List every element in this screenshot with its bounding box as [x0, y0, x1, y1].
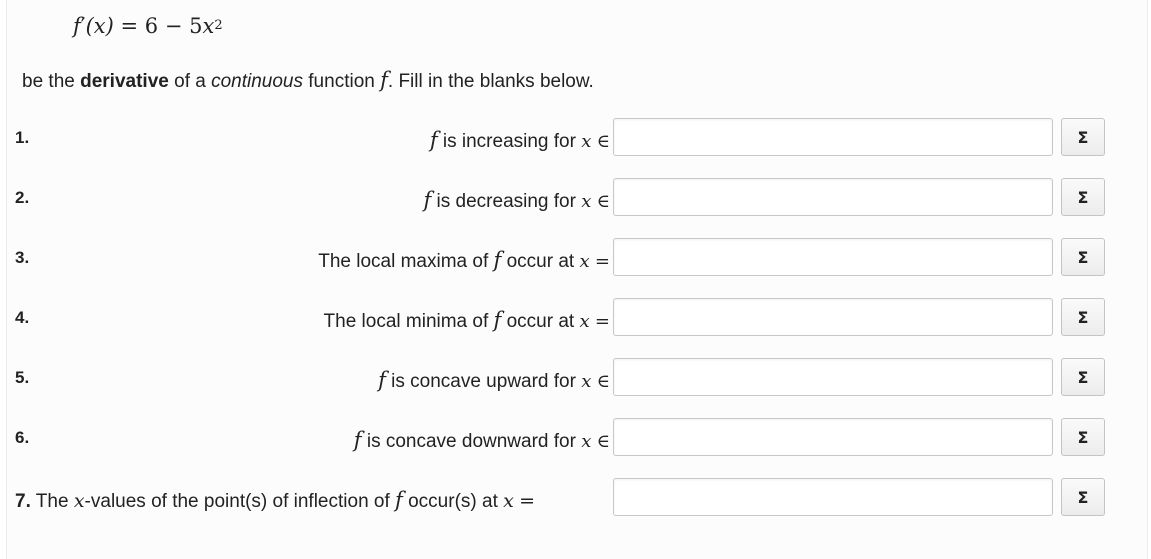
- intro-text-2: of a: [168, 71, 212, 92]
- question-label: f is decreasing for x ∈: [423, 188, 610, 213]
- sigma-icon: Σ: [1077, 127, 1089, 147]
- label-relation: =: [594, 311, 610, 332]
- label-text: is concave upward for: [385, 371, 582, 392]
- derivative-formula: f′(x) = 6 − 5x2: [73, 14, 223, 38]
- formula-fn: f: [73, 14, 81, 38]
- question-number: 4.: [15, 308, 30, 327]
- formula-var: x: [202, 14, 215, 38]
- label-relation: ∈: [596, 371, 610, 392]
- formula-arg: (x): [85, 14, 114, 38]
- sigma-icon: Σ: [1077, 247, 1089, 267]
- question-row-4: 4. The local minima of f occur at x = Σ: [0, 297, 1151, 343]
- formula-const: 6: [144, 14, 159, 38]
- question-label: f is increasing for x ∈: [430, 128, 610, 153]
- sigma-icon: Σ: [1077, 427, 1089, 447]
- formula-coef: 5: [189, 14, 203, 38]
- formula-minus: −: [164, 14, 183, 38]
- question-row-3: 3. The local maxima of f occur at x = Σ: [0, 237, 1151, 283]
- question-number: 2.: [15, 188, 30, 207]
- sigma-button-6[interactable]: Σ: [1061, 418, 1105, 456]
- sigma-button-7[interactable]: Σ: [1061, 478, 1105, 516]
- label-fn: f: [429, 128, 438, 152]
- label-var: x: [579, 251, 590, 272]
- label-text: occur at: [501, 251, 580, 272]
- sigma-button-5[interactable]: Σ: [1061, 358, 1105, 396]
- intro-fn: f: [380, 68, 388, 92]
- sigma-button-2[interactable]: Σ: [1061, 178, 1105, 216]
- sigma-icon: Σ: [1077, 487, 1089, 507]
- sigma-button-1[interactable]: Σ: [1061, 118, 1105, 156]
- intro-bold: derivative: [80, 71, 169, 92]
- label-relation: ∈: [596, 431, 610, 452]
- question-label: 7. The x-values of the point(s) of infle…: [15, 488, 535, 513]
- label-var: x: [581, 131, 592, 152]
- label-prefix: The: [30, 491, 74, 512]
- label-fn: f: [378, 368, 386, 392]
- label-relation: =: [594, 251, 610, 272]
- formula-equals: =: [120, 14, 139, 38]
- answer-input-2[interactable]: [613, 178, 1053, 216]
- question-number: 6.: [15, 428, 30, 447]
- question-row-7: 7. The x-values of the point(s) of infle…: [0, 477, 1151, 523]
- label-text: occur(s) at: [402, 491, 504, 512]
- question-label: The local maxima of f occur at x =: [318, 248, 610, 273]
- answer-input-1[interactable]: [613, 118, 1053, 156]
- question-label: f is concave upward for x ∈: [378, 368, 610, 393]
- label-text: is decreasing for: [431, 191, 582, 212]
- sigma-icon: Σ: [1077, 307, 1089, 327]
- question-row-5: 5. f is concave upward for x ∈ Σ: [0, 357, 1151, 403]
- label-text: occur at: [501, 311, 580, 332]
- question-label: The local minima of f occur at x =: [324, 308, 610, 333]
- label-text: is increasing for: [437, 131, 582, 152]
- intro-text-4: . Fill in the blanks below.: [387, 71, 594, 92]
- intro-text-1: be the: [22, 71, 81, 92]
- instructions-text: be the derivative of a continuous functi…: [22, 68, 594, 93]
- answer-input-3[interactable]: [613, 238, 1053, 276]
- label-relation: =: [519, 490, 536, 512]
- answer-input-4[interactable]: [613, 298, 1053, 336]
- answer-input-6[interactable]: [613, 418, 1053, 456]
- question-number: 1.: [15, 128, 30, 147]
- question-label: f is concave downward for x ∈: [354, 428, 610, 453]
- label-relation: ∈: [596, 131, 610, 152]
- question-row-1: 1. f is increasing for x ∈ Σ: [0, 117, 1151, 163]
- question-number: 7.: [15, 491, 31, 512]
- label-var: x: [581, 191, 592, 212]
- label-relation: ∈: [596, 191, 610, 212]
- intro-italic: continuous: [211, 71, 303, 92]
- answer-input-7[interactable]: [613, 478, 1053, 516]
- question-number: 3.: [15, 248, 30, 267]
- question-row-6: 6. f is concave downward for x ∈ Σ: [0, 417, 1151, 463]
- label-var: x: [581, 431, 592, 452]
- label-prefix: The local minima of: [323, 311, 494, 332]
- label-var: x: [579, 311, 590, 332]
- question-number: 5.: [15, 368, 30, 387]
- label-var: x: [503, 490, 514, 512]
- sigma-icon: Σ: [1077, 187, 1089, 207]
- question-row-2: 2. f is decreasing for x ∈ Σ: [0, 177, 1151, 223]
- sigma-button-4[interactable]: Σ: [1061, 298, 1105, 336]
- label-text: is concave downward for: [361, 431, 582, 452]
- answer-input-5[interactable]: [613, 358, 1053, 396]
- label-fn: f: [353, 428, 362, 452]
- label-var: x: [581, 371, 592, 392]
- label-mid: -values of the point(s) of inflection of: [84, 491, 396, 512]
- sigma-button-3[interactable]: Σ: [1061, 238, 1105, 276]
- formula-exponent: 2: [214, 18, 223, 33]
- label-var: x: [73, 490, 85, 512]
- label-fn: f: [395, 488, 403, 512]
- intro-text-3: function: [303, 71, 381, 92]
- sigma-icon: Σ: [1077, 367, 1089, 387]
- label-prefix: The local maxima of: [318, 251, 494, 272]
